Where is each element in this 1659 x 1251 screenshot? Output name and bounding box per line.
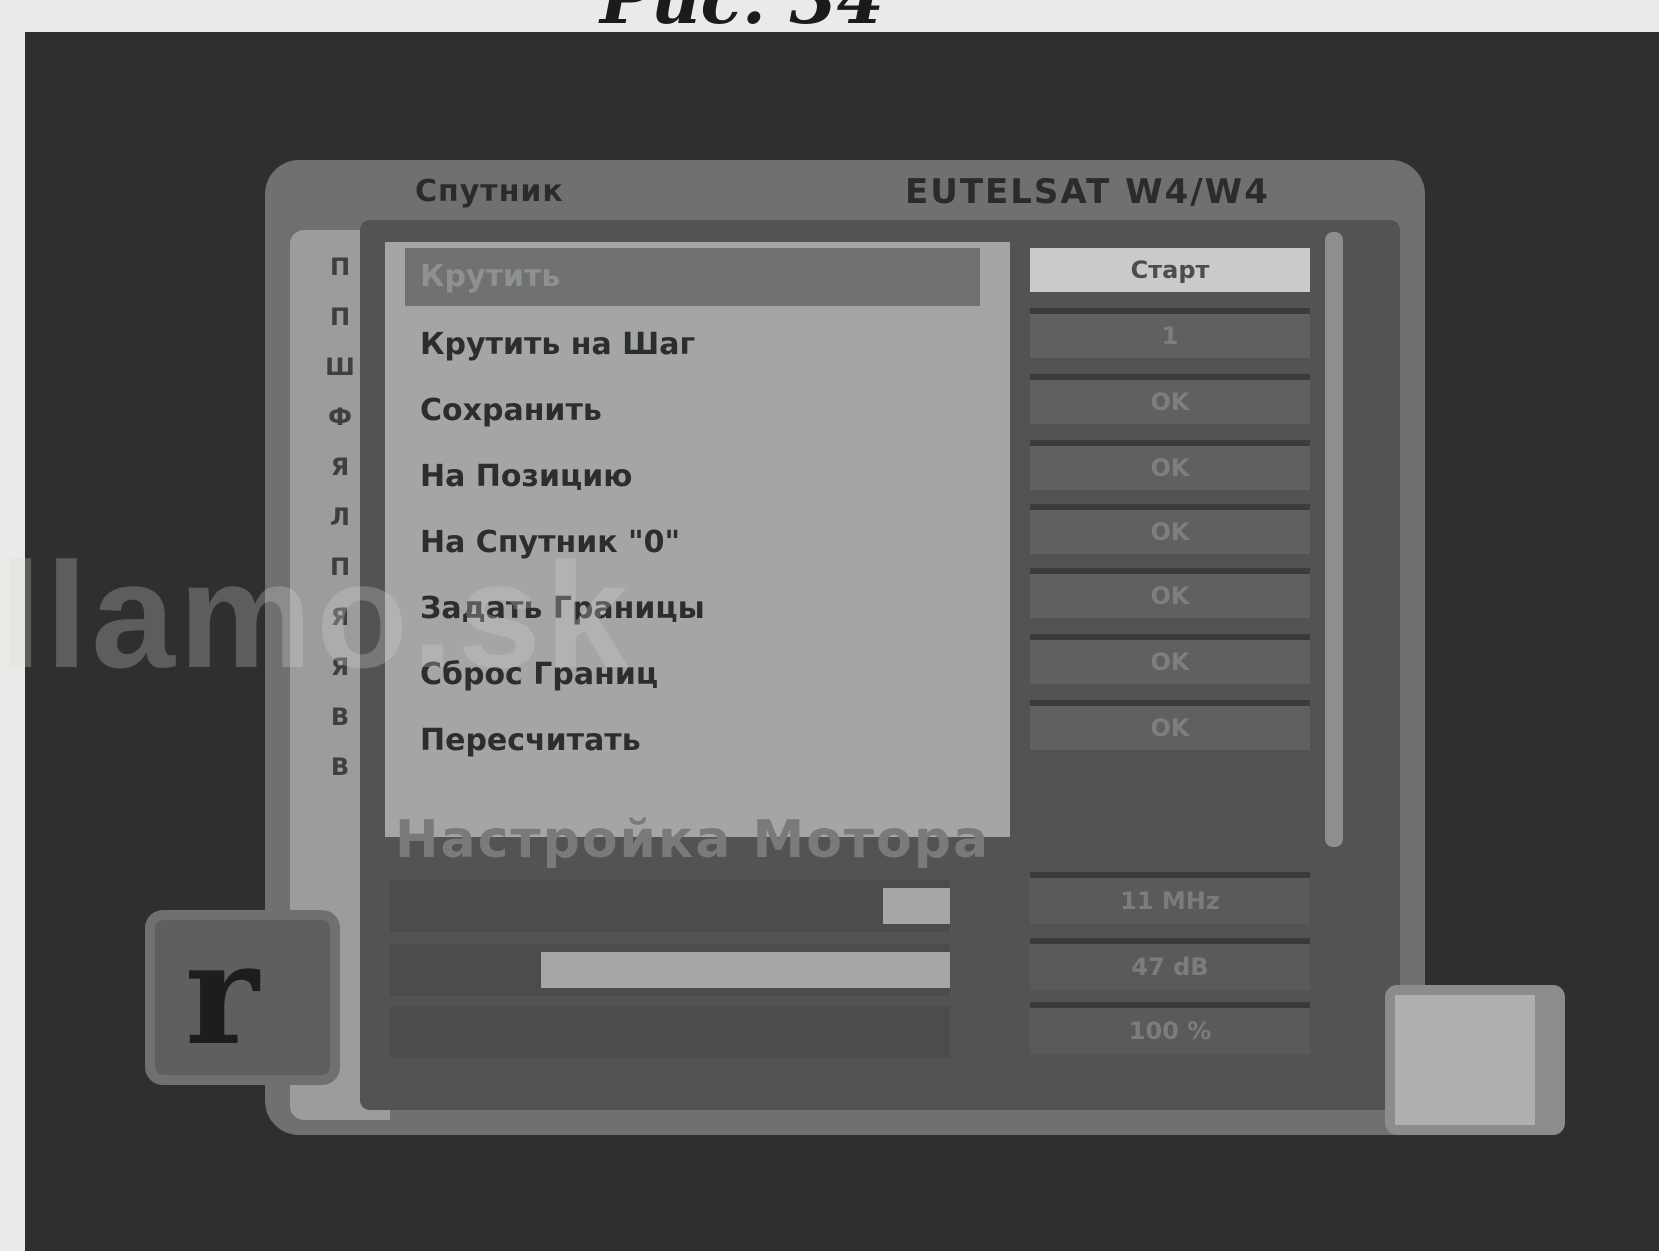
satellite-name: EUTELSAT W4/W4 (905, 172, 1270, 212)
value-position[interactable]: OK (1030, 440, 1310, 490)
figure-caption: Рис. 34 (600, 0, 884, 40)
value-zero[interactable]: OK (1030, 504, 1310, 554)
watermark-text: llamo.sk (0, 531, 633, 699)
right-side-tile (1385, 985, 1565, 1135)
side-tab-char: Я (330, 453, 350, 481)
side-tab-char: Ш (325, 353, 355, 381)
signal-quality-bar (390, 944, 950, 996)
signal-quality-fill (541, 952, 950, 988)
value-column: Старт 1 OK OK OK OK OK OK (1030, 248, 1320, 848)
side-tab-char: П (329, 253, 351, 281)
scrollbar[interactable] (1325, 232, 1343, 847)
signal-level-fill (882, 888, 950, 924)
signal-level-bar (390, 880, 950, 932)
start-button[interactable]: Старт (1030, 248, 1310, 292)
quality-readout: 100 % (1030, 1002, 1310, 1054)
brand-logo-tile: r (145, 910, 340, 1085)
value-step[interactable]: 1 (1030, 308, 1310, 358)
side-tab-char: П (329, 303, 351, 331)
value-set-limits[interactable]: OK (1030, 568, 1310, 618)
menu-item-save[interactable]: Сохранить (405, 382, 980, 440)
menu-item-rotate[interactable]: Крутить (405, 248, 980, 306)
right-side-tile-inner (1395, 995, 1535, 1125)
frequency-readout: 11 MHz (1030, 872, 1310, 924)
signal-third-bar (390, 1006, 950, 1058)
value-save[interactable]: OK (1030, 374, 1310, 424)
side-tab-char: В (330, 753, 350, 781)
satellite-label: Спутник (415, 174, 564, 209)
value-recalculate[interactable]: OK (1030, 700, 1310, 750)
side-tab-char: Ф (328, 403, 352, 431)
side-tab-char: В (330, 703, 350, 731)
level-readout: 47 dB (1030, 938, 1310, 990)
side-tab-char: Л (330, 503, 350, 531)
brand-logo-icon: r (185, 913, 259, 1077)
menu-item-goto-position[interactable]: На Позицию (405, 448, 980, 506)
side-tab-chars: ППШФЯЛПЯЯВВ (325, 250, 355, 784)
value-reset-limits[interactable]: OK (1030, 634, 1310, 684)
motor-setup-title: Настройка Мотора (395, 810, 991, 870)
menu-item-rotate-step[interactable]: Крутить на Шаг (405, 316, 980, 374)
menu-item-recalculate[interactable]: Пересчитать (405, 712, 980, 770)
